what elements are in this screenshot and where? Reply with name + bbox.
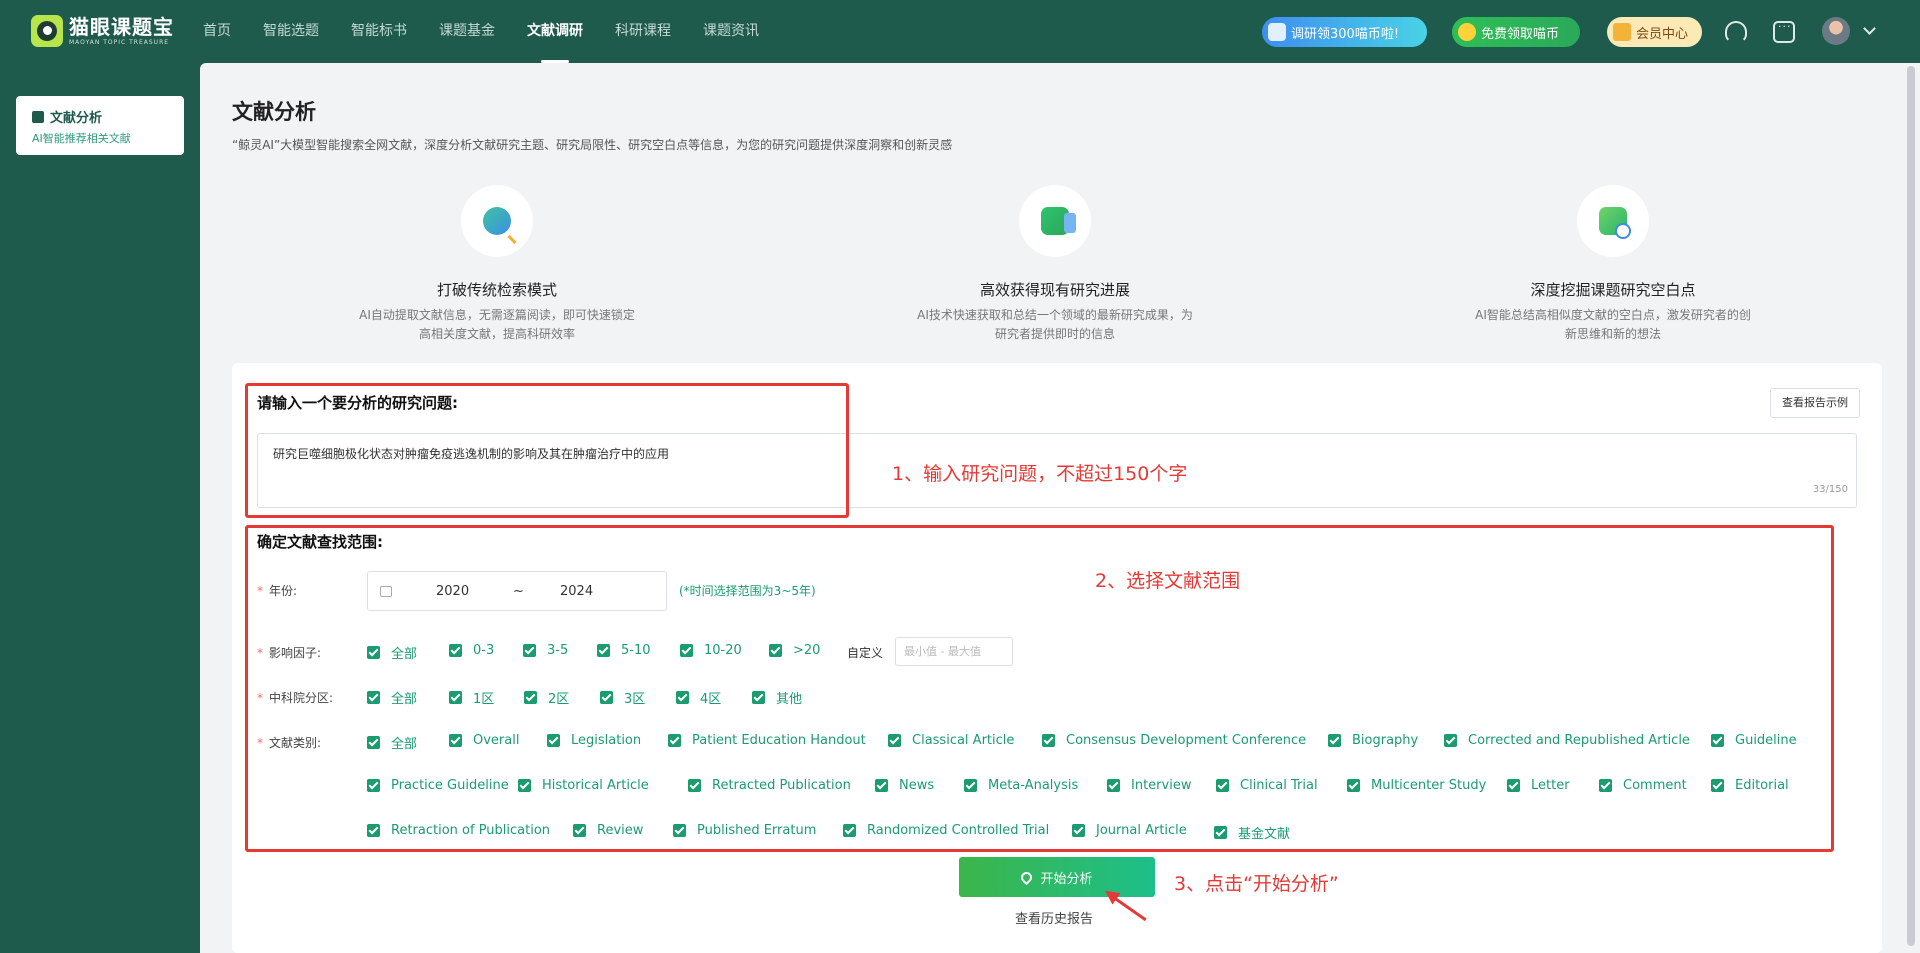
search-ai-icon <box>461 185 533 257</box>
annotation-box-question <box>245 383 849 518</box>
free-coins-button[interactable]: 免费领取喵币 <box>1452 17 1580 47</box>
nav-item-courses[interactable]: 科研课程 <box>615 0 671 63</box>
feature-description: AI技术快速获取和总结一个领域的最新研究成果，为研究者提供即时的信息 <box>917 308 1193 341</box>
feature-title: 高效获得现有研究进展 <box>979 281 1130 299</box>
word-count: 33/150 <box>1812 484 1848 495</box>
nav-item-proposal[interactable]: 智能标书 <box>351 0 407 63</box>
progress-icon <box>1019 185 1091 257</box>
nav-item-topic-selection[interactable]: 智能选题 <box>263 0 319 63</box>
start-analysis-button[interactable]: 开始分析 <box>959 857 1155 897</box>
app-logo[interactable]: 猫眼课题宝 MAOYAN TOPIC TREASURE <box>31 15 174 47</box>
history-report-link[interactable]: 查看历史报告 <box>1015 908 1093 927</box>
headset-icon[interactable] <box>1725 21 1747 43</box>
coin-icon <box>1458 23 1476 41</box>
logo-subtitle: MAOYAN TOPIC TREASURE <box>69 38 170 46</box>
nav-item-home[interactable]: 首页 <box>203 0 231 63</box>
annotation-step-1: 1、输入研究问题，不超过150个字 <box>892 463 1188 485</box>
chart-icon <box>32 110 44 123</box>
sidebar-item-label: 文献分析 <box>50 111 103 126</box>
feature-card: 打破传统检索模式 AI自动提取文献信息，无需逐篇阅读，即可快速锁定高相关度文献，… <box>347 185 647 344</box>
gap-icon <box>1577 185 1649 257</box>
main-nav: 首页 智能选题 智能标书 课题基金 文献调研 科研课程 课题资讯 <box>203 0 791 63</box>
feature-description: AI智能总结高相似度文献的空白点，激发研究者的创新思维和新的想法 <box>1475 308 1751 341</box>
feature-description: AI自动提取文献信息，无需逐篇阅读，即可快速锁定高相关度文献，提高科研效率 <box>359 308 635 341</box>
research-promo-label: 调研领300喵币啦! <box>1291 26 1400 42</box>
sidebar-item-literature-analysis[interactable]: 文献分析 AI智能推荐相关文献 <box>16 96 184 155</box>
feature-card: 深度挖掘课题研究空白点 AI智能总结高相似度文献的空白点，激发研究者的创新思维和… <box>1463 185 1763 344</box>
logo-icon <box>31 15 63 47</box>
top-bar: 猫眼课题宝 MAOYAN TOPIC TREASURE 首页 智能选题 智能标书… <box>0 0 1920 63</box>
chevron-down-icon[interactable] <box>1863 22 1876 35</box>
nav-item-funding[interactable]: 课题基金 <box>439 0 495 63</box>
scrollbar[interactable] <box>1907 66 1915 946</box>
avatar[interactable] <box>1822 17 1850 45</box>
report-example-button[interactable]: 查看报告示例 <box>1770 388 1860 418</box>
research-promo-button[interactable]: 调研领300喵币啦! <box>1262 17 1427 47</box>
chat-icon[interactable] <box>1773 20 1795 43</box>
logo-title: 猫眼课题宝 <box>69 14 174 39</box>
pin-icon <box>1019 869 1035 885</box>
feature-card: 高效获得现有研究进展 AI技术快速获取和总结一个领域的最新研究成果，为研究者提供… <box>905 185 1205 344</box>
page-title: 文献分析 <box>232 100 316 124</box>
feature-title: 打破传统检索模式 <box>436 281 557 299</box>
crown-icon <box>1613 23 1631 41</box>
nav-item-news[interactable]: 课题资讯 <box>703 0 759 63</box>
annotation-step-3: 3、点击“开始分析” <box>1174 873 1339 895</box>
sidebar-item-subtitle: AI智能推荐相关文献 <box>32 132 131 145</box>
page-description: “鲸灵AI”大模型智能搜索全网文献，深度分析文献研究主题、研究局限性、研究空白点… <box>232 138 953 152</box>
vip-center-label: 会员中心 <box>1636 26 1689 42</box>
feature-title: 深度挖掘课题研究空白点 <box>1530 281 1696 299</box>
annotation-step-2: 2、选择文献范围 <box>1095 570 1241 592</box>
free-coins-label: 免费领取喵币 <box>1481 26 1560 42</box>
book-icon <box>1268 23 1286 41</box>
nav-item-literature-research[interactable]: 文献调研 <box>527 0 583 63</box>
vip-center-button[interactable]: 会员中心 <box>1607 17 1702 47</box>
annotation-box-scope <box>245 525 1834 852</box>
start-analysis-label: 开始分析 <box>1040 871 1093 887</box>
